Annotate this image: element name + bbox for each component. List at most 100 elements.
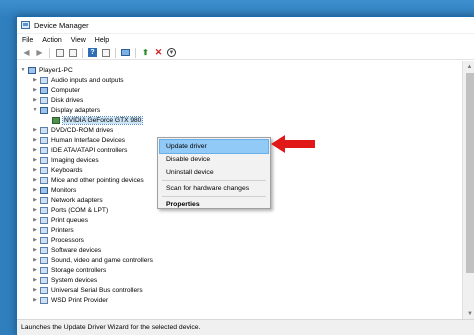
- ide-controller-icon: [40, 146, 48, 154]
- collapse-chevron-icon[interactable]: ▼: [32, 107, 38, 113]
- menu-separator: [162, 196, 266, 197]
- tree-item-storage[interactable]: ▶ Storage controllers: [32, 265, 106, 275]
- expand-chevron-icon[interactable]: ▶: [32, 157, 38, 163]
- tree-item-ide[interactable]: ▶ IDE ATA/ATAPI controllers: [32, 145, 127, 155]
- tree-item-computer[interactable]: ▶ Computer: [32, 85, 80, 95]
- properties-view-icon[interactable]: [54, 47, 65, 58]
- collapse-chevron-icon[interactable]: ▼: [20, 67, 26, 73]
- expand-chevron-icon[interactable]: ▶: [32, 277, 38, 283]
- tree-item-hid[interactable]: ▶ Human Interface Devices: [32, 135, 125, 145]
- expand-chevron-icon[interactable]: ▶: [32, 177, 38, 183]
- status-bar: Launches the Update Driver Wizard for th…: [17, 319, 474, 335]
- expand-chevron-icon[interactable]: ▶: [32, 137, 38, 143]
- device-manager-icon: [21, 21, 30, 29]
- menu-separator: [162, 180, 266, 181]
- storage-controller-icon: [40, 266, 48, 274]
- wsd-printer-icon: [40, 296, 48, 304]
- expand-chevron-icon[interactable]: ▶: [32, 237, 38, 243]
- expand-chevron-icon[interactable]: ▶: [32, 267, 38, 273]
- device-manager-window: Device Manager File Action View Help ◀ ▶…: [16, 16, 474, 335]
- tree-item-dvd[interactable]: ▶ DVD/CD-ROM drives: [32, 125, 113, 135]
- tree-item-printers[interactable]: ▶ Printers: [32, 225, 74, 235]
- toolbar: ◀ ▶ ? ⬆ ✕ ▼: [17, 46, 474, 60]
- details-view-icon[interactable]: [100, 47, 111, 58]
- computer-icon: [40, 86, 48, 94]
- expand-chevron-icon[interactable]: ▶: [32, 207, 38, 213]
- title-bar[interactable]: Device Manager: [17, 17, 474, 34]
- mouse-icon: [40, 176, 48, 184]
- tree-item-print-queues[interactable]: ▶ Print queues: [32, 215, 88, 225]
- menu-item-update-driver[interactable]: Update driver: [159, 139, 269, 154]
- menu-file[interactable]: File: [22, 37, 33, 44]
- scroll-down-icon[interactable]: ▼: [463, 308, 474, 319]
- toolbar-separator: [49, 47, 50, 58]
- expand-chevron-icon[interactable]: ▶: [32, 257, 38, 263]
- toolbar-separator: [135, 47, 136, 58]
- scroll-up-icon[interactable]: ▲: [463, 61, 474, 72]
- tree-item-keyboards[interactable]: ▶ Keyboards: [32, 165, 83, 175]
- menu-item-disable-device[interactable]: Disable device: [160, 153, 268, 166]
- expand-chevron-icon[interactable]: ▶: [32, 147, 38, 153]
- tree-root[interactable]: ▼ Player1-PC: [20, 65, 73, 75]
- keyboard-icon: [40, 166, 48, 174]
- port-icon: [40, 206, 48, 214]
- expand-chevron-icon[interactable]: ▶: [32, 227, 38, 233]
- tree-item-display-adapters[interactable]: ▼ Display adapters: [32, 105, 100, 115]
- tree-item-disk-drives[interactable]: ▶ Disk drives: [32, 95, 83, 105]
- network-icon: [40, 196, 48, 204]
- scrollbar-thumb[interactable]: [466, 73, 474, 273]
- tree-item-processors[interactable]: ▶ Processors: [32, 235, 84, 245]
- expand-chevron-icon[interactable]: ▶: [32, 187, 38, 193]
- gpu-icon: [52, 116, 60, 124]
- hid-icon: [40, 136, 48, 144]
- list-view-icon[interactable]: [67, 47, 78, 58]
- expand-chevron-icon[interactable]: ▶: [32, 197, 38, 203]
- tree-item-monitors[interactable]: ▶ Monitors: [32, 185, 76, 195]
- menu-item-scan-hardware[interactable]: Scan for hardware changes: [160, 182, 268, 195]
- expand-chevron-icon[interactable]: ▶: [32, 167, 38, 173]
- menu-item-uninstall-device[interactable]: Uninstall device: [160, 166, 268, 179]
- toolbar-separator: [82, 47, 83, 58]
- menu-action[interactable]: Action: [42, 37, 61, 44]
- monitor-icon: [40, 186, 48, 194]
- camera-icon: [40, 156, 48, 164]
- uninstall-x-icon[interactable]: ✕: [153, 47, 164, 58]
- download-circle-icon[interactable]: ▼: [166, 47, 177, 58]
- forward-arrow-icon[interactable]: ▶: [34, 47, 45, 58]
- tree-item-wsd[interactable]: ▶ WSD Print Provider: [32, 295, 108, 305]
- tree-item-system[interactable]: ▶ System devices: [32, 275, 97, 285]
- expand-chevron-icon[interactable]: ▶: [32, 127, 38, 133]
- speaker-icon: [40, 76, 48, 84]
- dvd-drive-icon: [40, 126, 48, 134]
- usb-icon: [40, 286, 48, 294]
- tree-item-ports[interactable]: ▶ Ports (COM & LPT): [32, 205, 108, 215]
- vertical-scrollbar[interactable]: ▲ ▼: [462, 61, 474, 319]
- menu-item-properties[interactable]: Properties: [160, 198, 268, 211]
- tree-item-nvidia-gpu[interactable]: NVIDIA GeForce GTX 980: [44, 115, 144, 125]
- expand-chevron-icon[interactable]: ▶: [32, 87, 38, 93]
- processor-icon: [40, 236, 48, 244]
- expand-chevron-icon[interactable]: ▶: [32, 217, 38, 223]
- toolbar-separator: [115, 47, 116, 58]
- update-driver-icon[interactable]: ⬆: [140, 47, 151, 58]
- expand-chevron-icon[interactable]: ▶: [32, 287, 38, 293]
- expand-chevron-icon[interactable]: ▶: [32, 77, 38, 83]
- tree-item-audio[interactable]: ▶ Audio inputs and outputs: [32, 75, 124, 85]
- print-queue-icon: [40, 216, 48, 224]
- tree-item-mice[interactable]: ▶ Mice and other pointing devices: [32, 175, 144, 185]
- tree-item-usb[interactable]: ▶ Universal Serial Bus controllers: [32, 285, 143, 295]
- tree-item-network[interactable]: ▶ Network adapters: [32, 195, 103, 205]
- expand-chevron-icon[interactable]: ▶: [32, 297, 38, 303]
- menu-help[interactable]: Help: [95, 37, 109, 44]
- tree-item-software[interactable]: ▶ Software devices: [32, 245, 101, 255]
- menu-view[interactable]: View: [71, 37, 86, 44]
- back-arrow-icon[interactable]: ◀: [21, 47, 32, 58]
- expand-chevron-icon[interactable]: ▶: [32, 247, 38, 253]
- window-title: Device Manager: [34, 20, 89, 30]
- scan-hardware-monitor-icon[interactable]: [120, 47, 131, 58]
- tree-item-imaging[interactable]: ▶ Imaging devices: [32, 155, 99, 165]
- help-icon[interactable]: ?: [87, 47, 98, 58]
- tree-item-sound[interactable]: ▶ Sound, video and game controllers: [32, 255, 153, 265]
- red-arrow-icon: [271, 135, 315, 153]
- expand-chevron-icon[interactable]: ▶: [32, 97, 38, 103]
